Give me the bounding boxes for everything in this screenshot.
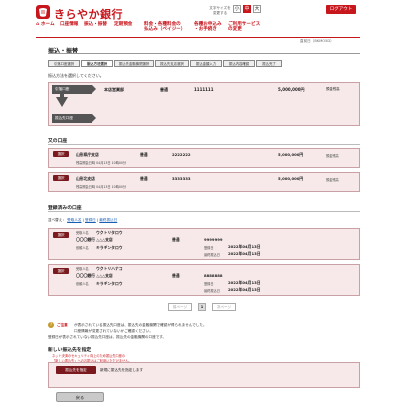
nav-time-deposit[interactable]: 定期預金 xyxy=(114,22,132,36)
own-account-branch: 山形北支店 xyxy=(76,176,95,181)
own-account-branch: 山形県庁支店 xyxy=(76,152,99,157)
font-size-medium-button[interactable]: 中 xyxy=(243,5,251,13)
last-transfer-label: 最終振込日 xyxy=(204,252,220,257)
registered-date: 2022年04月13日 xyxy=(228,244,261,249)
payee-account-type: 普通 xyxy=(172,273,180,278)
source-branch: 本店営業部 xyxy=(104,87,124,92)
source-account-type: 普通 xyxy=(160,87,168,92)
bank-name: きらやか銀行 xyxy=(54,8,123,21)
new-account-description: 新規に振込先を指定します xyxy=(100,367,144,372)
registered-date-label: 登録日 xyxy=(204,281,214,286)
step-1: 引落口座選択 xyxy=(48,60,80,67)
nav-service-line2: の変更 xyxy=(228,27,242,32)
nav-divider xyxy=(36,37,360,38)
caution-line-2: 口座情報が変更されていないかご確認ください。 xyxy=(74,328,153,333)
registered-divider xyxy=(48,211,360,212)
own-accounts-title: 又の口座 xyxy=(48,139,68,144)
payee-account-number: 9999999 xyxy=(204,237,223,242)
payee-name: ウクトリハナコ xyxy=(96,266,123,271)
caution-line-1: が表示されている振込先口座は、振込先の金融機関で確認が得られませんでした。 xyxy=(74,322,207,327)
caution-icon: ? xyxy=(48,322,54,328)
main-nav: ⌂ ホーム 口座情報 振込・振替 定期預金 料金・各種料金の 払込み（ペイジー） … xyxy=(36,22,360,36)
down-arrow-icon xyxy=(56,97,68,107)
nav-payeasy[interactable]: 料金・各種料金の 払込み（ペイジー） xyxy=(144,22,185,36)
step-2-current: 振込方法選択 xyxy=(81,60,113,67)
payee-account-type: 普通 xyxy=(172,237,180,242)
sort-by-registered-link[interactable]: 登録日 xyxy=(85,218,96,222)
payee-account-number: 8888888 xyxy=(204,273,223,278)
nav-applications[interactable]: 各種お申込み ・お手続き xyxy=(194,22,222,36)
specify-payee-button[interactable]: 振込先を指定 xyxy=(56,366,96,374)
registered-accounts-title: 登録済みの口座 xyxy=(48,206,82,211)
step-3: 振込先金融機関選択 xyxy=(114,60,154,67)
sort-label: 並べ替え： xyxy=(48,218,66,222)
step-7: 振込完了 xyxy=(256,60,282,67)
own-account-timestamp: 残高照会日時 04月13日 10時00分 xyxy=(76,185,127,189)
font-size-small-button[interactable]: 小 xyxy=(233,5,241,13)
own-account-balance: 5,000,000円 xyxy=(278,152,304,157)
new-account-title: 新しい振込先を指定 xyxy=(48,348,92,353)
requester-name: キラギンタロウ xyxy=(96,281,123,286)
nav-service-change[interactable]: ご利用サービス の変更 xyxy=(228,22,260,36)
own-account-balance-note: 預金残高 xyxy=(326,177,339,182)
next-page-button[interactable]: 次ページ xyxy=(212,303,236,311)
registered-select-button[interactable]: 選択 xyxy=(53,268,69,274)
own-account-select-button[interactable]: 選択 xyxy=(53,151,69,157)
own-account-timestamp: 残高照会日時 04月13日 10時00分 xyxy=(76,161,127,165)
nav-account-info[interactable]: 口座情報 xyxy=(60,22,78,36)
last-transfer-date: 2022年04月13日 xyxy=(228,287,261,292)
destination-account-tag: 振込先口座 xyxy=(52,114,96,123)
step-6: 振込内容確認 xyxy=(223,60,255,67)
caution-line-3: 登録日が表示されていない振込先口座は、振込先の金融機関の口座です。 xyxy=(48,335,167,339)
source-balance: 5,000,000円 xyxy=(278,87,305,92)
instruction-text: 振込方法を選択してください。 xyxy=(48,73,104,78)
nav-transfer[interactable]: 振込・振替 xyxy=(84,22,107,36)
source-account-tag: 引落口座 xyxy=(52,85,96,94)
font-size-label: 文字サイズを変更する xyxy=(209,6,231,15)
caution-heading: ご注意 xyxy=(57,322,68,327)
last-transfer-label: 最終振込日 xyxy=(204,288,220,293)
own-account-row xyxy=(48,172,360,192)
source-balance-note: 預金残高 xyxy=(326,87,340,91)
own-account-type: 普通 xyxy=(140,176,148,181)
own-account-balance-note: 預金残高 xyxy=(326,153,339,158)
sort-options: 並べ替え： 受取人名 | 登録日 | 最終振込日 xyxy=(48,218,118,222)
step-4: 振込先支店選択 xyxy=(155,60,189,67)
requester-label: 依頼人名 xyxy=(76,282,89,286)
own-account-balance: 5,000,000円 xyxy=(278,176,304,181)
registered-date: 2022年04月13日 xyxy=(228,280,261,285)
nav-home-label: ホーム xyxy=(40,22,55,27)
step-5: 振込金額入力 xyxy=(190,60,222,67)
registered-date-label: 登録日 xyxy=(204,245,214,250)
title-divider xyxy=(48,53,360,54)
own-account-number: 2222222 xyxy=(172,152,191,157)
session-info: 直前日（BKMO5D） xyxy=(300,39,334,43)
bank-logo-icon[interactable] xyxy=(36,5,50,19)
payee-name-label: 受取人名 xyxy=(76,267,89,271)
sort-by-last-transfer-link[interactable]: 最終振込日 xyxy=(99,218,117,222)
own-accounts-divider xyxy=(48,144,360,145)
nav-home[interactable]: ⌂ ホーム xyxy=(36,22,55,36)
own-account-number: 3333333 xyxy=(172,176,191,181)
last-transfer-date: 2022年04月13日 xyxy=(228,251,261,256)
back-button[interactable]: 戻る xyxy=(56,392,104,402)
page-number-current[interactable]: 1 xyxy=(198,303,206,311)
logout-button[interactable]: ログアウト xyxy=(326,5,356,14)
sort-by-name-link[interactable]: 受取人名 xyxy=(67,218,81,222)
font-size-large-button[interactable]: 大 xyxy=(253,5,261,13)
nav-payeasy-line2: 払込み（ペイジー） xyxy=(144,27,186,32)
source-account-number: 1111111 xyxy=(194,87,214,92)
prev-page-button[interactable]: 前ページ xyxy=(168,303,192,311)
requester-label: 依頼人名 xyxy=(76,246,89,250)
payee-name: ウクトリタロウ xyxy=(96,230,123,235)
requester-name: キラギンタロウ xyxy=(96,245,123,250)
registered-select-button[interactable]: 選択 xyxy=(53,232,69,238)
payee-name-label: 受取人名 xyxy=(76,231,89,235)
payee-bank: 〇〇〇銀行 △△△支店 xyxy=(76,273,113,278)
payee-bank: 〇〇〇銀行 △△△支店 xyxy=(76,237,113,242)
own-account-type: 普通 xyxy=(140,152,148,157)
own-account-row xyxy=(48,148,360,168)
nav-applications-line2: ・お手続き xyxy=(194,27,217,32)
own-account-select-button[interactable]: 選択 xyxy=(53,175,69,181)
